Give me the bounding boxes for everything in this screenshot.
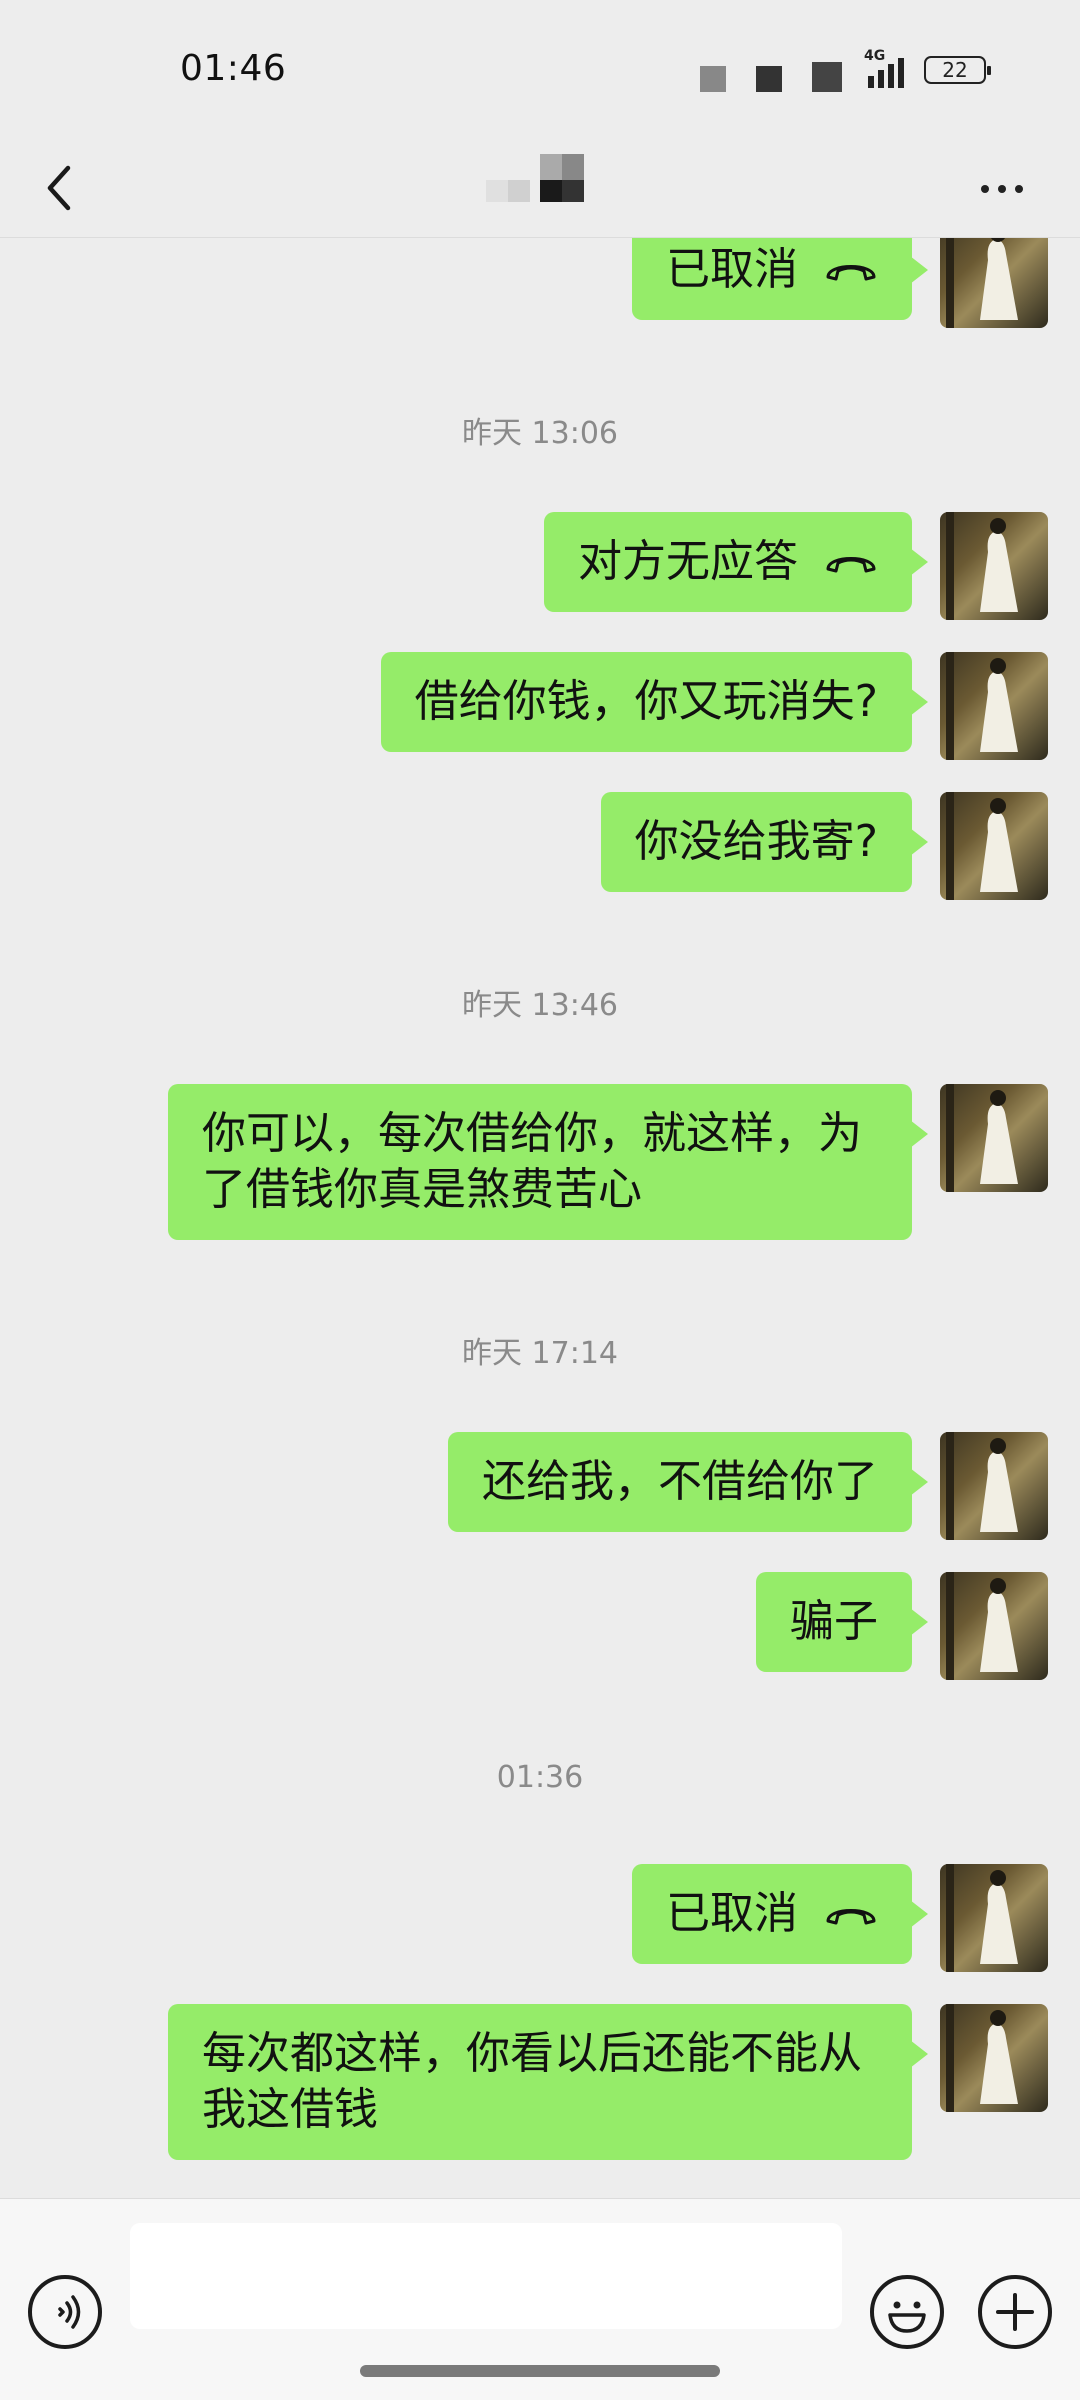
message-row: 已取消 [632, 1864, 1048, 1972]
voice-button[interactable] [28, 2275, 102, 2349]
message-row: 骗子 [756, 1572, 1048, 1680]
message-text: 已取消 [666, 1888, 798, 1939]
message-bubble[interactable]: 每次都这样，你看以后还能不能从我这借钱 [168, 2004, 928, 2160]
emoji-icon [888, 2301, 926, 2333]
chat-header [0, 140, 1080, 238]
message-row: 还给我，不借给你了 [448, 1432, 1048, 1540]
contact-name-blurred [486, 146, 596, 206]
message-row: 对方无应答 [544, 512, 1048, 620]
timestamp: 昨天 13:46 [462, 988, 618, 1023]
avatar[interactable] [940, 512, 1048, 620]
message-row: 每次都这样，你看以后还能不能从我这借钱 [168, 2004, 1048, 2160]
back-button[interactable] [36, 158, 96, 218]
phone-hangup-icon [826, 557, 876, 573]
phone-hangup-icon [826, 1909, 876, 1925]
message-list[interactable]: 已取消 昨天 13:06 对方无应答 借给你钱，你又玩消失? 你没给我寄? 昨天… [0, 238, 1080, 2198]
more-button[interactable] [972, 164, 1032, 214]
status-bar: 01:46 4G 22 [0, 0, 1080, 140]
home-indicator[interactable] [360, 2365, 720, 2377]
message-text: 已取消 [666, 244, 798, 295]
emoji-button[interactable] [870, 2275, 944, 2349]
phone-hangup-icon [826, 265, 876, 281]
message-bubble[interactable]: 骗子 [756, 1572, 928, 1672]
notification-icon [812, 62, 842, 92]
call-bubble[interactable]: 已取消 [632, 238, 928, 320]
avatar[interactable] [940, 792, 1048, 900]
avatar[interactable] [940, 1432, 1048, 1540]
message-row: 借给你钱，你又玩消失? [380, 652, 1048, 760]
message-bubble[interactable]: 借给你钱，你又玩消失? [380, 652, 929, 752]
avatar[interactable] [940, 2004, 1048, 2112]
plus-icon [996, 2293, 1034, 2331]
message-input[interactable] [130, 2223, 842, 2329]
message-row: 已取消 [632, 238, 1048, 328]
message-row: 你没给我寄? [600, 792, 1048, 900]
call-bubble[interactable]: 对方无应答 [544, 512, 928, 612]
message-bubble[interactable]: 还给我，不借给你了 [448, 1432, 928, 1532]
signal-icon: 4G [860, 48, 912, 88]
avatar[interactable] [940, 652, 1048, 760]
call-bubble[interactable]: 已取消 [632, 1864, 928, 1964]
message-bubble[interactable]: 你没给我寄? [600, 792, 929, 892]
voice-icon [58, 2295, 81, 2329]
plus-button[interactable] [978, 2275, 1052, 2349]
message-text: 对方无应答 [578, 536, 798, 587]
battery-icon: 22 [924, 56, 991, 84]
more-dots-icon [981, 185, 989, 193]
avatar[interactable] [940, 238, 1048, 328]
battery-level: 22 [942, 58, 968, 82]
avatar[interactable] [940, 1572, 1048, 1680]
status-time: 01:46 [180, 48, 287, 89]
avatar[interactable] [940, 1084, 1048, 1192]
message-row: 你可以，每次借给你，就这样，为了借钱你真是煞费苦心 [168, 1084, 1048, 1240]
timestamp: 昨天 17:14 [462, 1336, 618, 1371]
chevron-left-icon [47, 165, 71, 211]
avatar[interactable] [940, 1864, 1048, 1972]
timestamp: 01:36 [496, 1760, 584, 1795]
notification-icon [756, 66, 782, 92]
timestamp: 昨天 13:06 [462, 416, 618, 451]
notification-icon [700, 66, 726, 92]
message-bubble[interactable]: 你可以，每次借给你，就这样，为了借钱你真是煞费苦心 [168, 1084, 928, 1240]
